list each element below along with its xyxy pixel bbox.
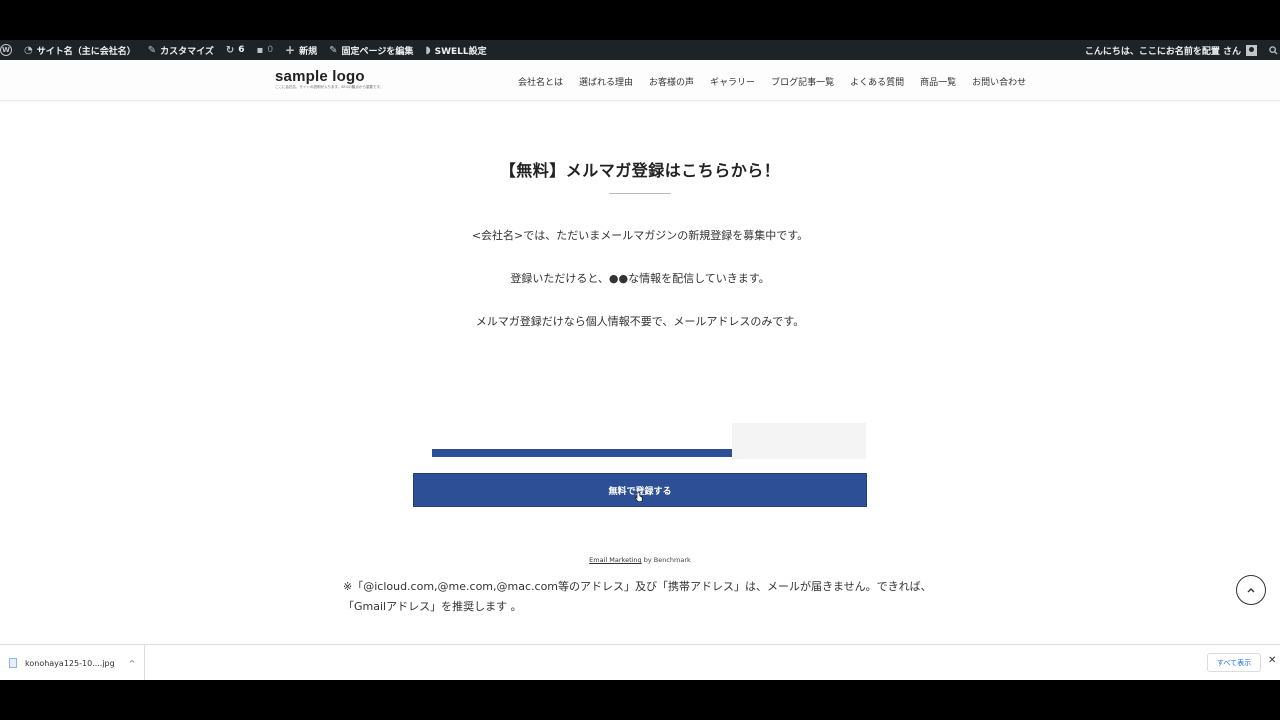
lead-text-2: 登録いただけると、●●な情報を配信していきます。 [510,272,770,285]
new-label: 新規 [299,46,318,57]
comments-count: 0 [267,45,274,55]
nav-item-blog[interactable]: ブログ記事一覧 [763,73,842,90]
lead-text-1: <会社名>では、ただいまメールマガジンの新規登録を募集中です。 [471,229,809,242]
edit-page-menu[interactable]: ✎ 固定ページを編集 [323,40,419,60]
show-all-button[interactable]: すべて表示 [1207,653,1261,672]
nav-item-products[interactable]: 商品一覧 [912,73,964,90]
swell-settings-label: SWELL設定 [434,46,487,57]
main-content: 【無料】メルマガ登録はこちらから！ <会社名>では、ただいまメールマガジンの新規… [0,101,1280,646]
provider-credit: Email Marketing by Benchmark [0,556,1280,564]
customize-menu[interactable]: ✎ カスタマイズ [142,40,220,60]
my-account-menu[interactable]: こんにちは、ここにお名前を配置 さん [1079,40,1263,60]
new-content-menu[interactable]: + 新規 [279,40,323,60]
nav-item-reasons[interactable]: 選ばれる理由 [571,73,641,90]
comments-menu[interactable]: ▪ 0 [251,40,280,60]
download-file-name: konohaya125-10....jpg [25,658,115,668]
title-divider [609,193,671,194]
updates-menu[interactable]: ↻ 6 [220,40,251,60]
site-name-menu[interactable]: ◔ サイト名（主に会社名） [18,40,142,60]
site-name-label: サイト名（主に会社名） [36,46,136,57]
nav-item-faq[interactable]: よくある質問 [842,73,912,90]
pencil-icon: ✎ [329,44,338,56]
plus-icon: + [285,43,296,57]
notice-line-2: 「Gmailアドレス」を推奨します 。 [343,600,522,613]
admin-search[interactable] [1263,40,1280,60]
download-shelf: konohaya125-10....jpg ^ すべて表示 ✕ [0,644,1280,680]
logo-subtext: ここに会社名、サイトの説明が入ります。SEOの観点から重要です。 [275,85,383,89]
admin-bar-right: こんにちは、ここにお名前を配置 さん [1079,40,1280,60]
logo-text: sample logo [275,68,365,85]
chevron-up-icon [1247,588,1255,593]
download-item[interactable]: konohaya125-10....jpg ^ [0,645,145,680]
chevron-up-icon[interactable]: ^ [129,659,136,668]
credit-by-text: by Benchmark [641,556,691,564]
customize-label: カスタマイズ [160,46,214,57]
updates-count: 6 [238,45,245,55]
nav-item-gallery[interactable]: ギャラリー [702,73,763,90]
form-field-area[interactable] [732,423,866,459]
nav-item-testimonials[interactable]: お客様の声 [641,73,702,90]
nav-item-contact[interactable]: お問い合わせ [964,73,1034,90]
brush-icon: ✎ [147,44,157,56]
edit-page-label: 固定ページを編集 [341,46,414,57]
swell-settings-menu[interactable]: ◗ SWELL設定 [419,40,492,60]
page-top-button[interactable] [1236,575,1266,605]
user-icon [1246,44,1257,56]
search-icon [1269,45,1278,55]
wp-admin-bar: W ◔ サイト名（主に会社名） ✎ カスタマイズ ↻ 6 ▪ 0 + 新規 ✎ … [0,40,1280,60]
browser-viewport: W ◔ サイト名（主に会社名） ✎ カスタマイズ ↻ 6 ▪ 0 + 新規 ✎ … [0,40,1280,680]
greeting-label: こんにちは、ここにお名前を配置 さん [1084,46,1241,57]
notice-line-1: ※「@icloud.com,@me.com,@mac.com等のアドレス」及び「… [343,580,932,593]
global-nav: 会社名とは 選ばれる理由 お客様の声 ギャラリー ブログ記事一覧 よくある質問 … [510,73,1034,90]
lead-text-3: メルマガ登録だけなら個人情報不要で、メールアドレスのみです。 [475,315,805,328]
refresh-icon: ↻ [225,44,235,56]
wordpress-icon: W [0,44,12,56]
site-logo[interactable]: sample logo ここに会社名、サイトの説明が入ります。SEOの観点から重… [275,69,383,90]
section-title: 【無料】メルマガ登録はこちらから！ [499,161,781,180]
site-header: sample logo ここに会社名、サイトの説明が入ります。SEOの観点から重… [0,60,1280,101]
image-file-icon [9,658,17,668]
wp-logo-menu[interactable]: W [0,40,18,60]
swell-icon: ◗ [425,44,431,56]
dashboard-icon: ◔ [24,44,33,56]
notice-text: ※「@icloud.com,@me.com,@mac.com等のアドレス」及び「… [343,577,943,617]
hand-cursor-icon [635,492,643,502]
form-field-bar [432,449,732,457]
nav-item-about[interactable]: 会社名とは [510,73,571,90]
close-icon[interactable]: ✕ [1268,655,1276,666]
comment-icon: ▪ [256,44,264,56]
email-marketing-link[interactable]: Email Marketing [589,556,642,564]
